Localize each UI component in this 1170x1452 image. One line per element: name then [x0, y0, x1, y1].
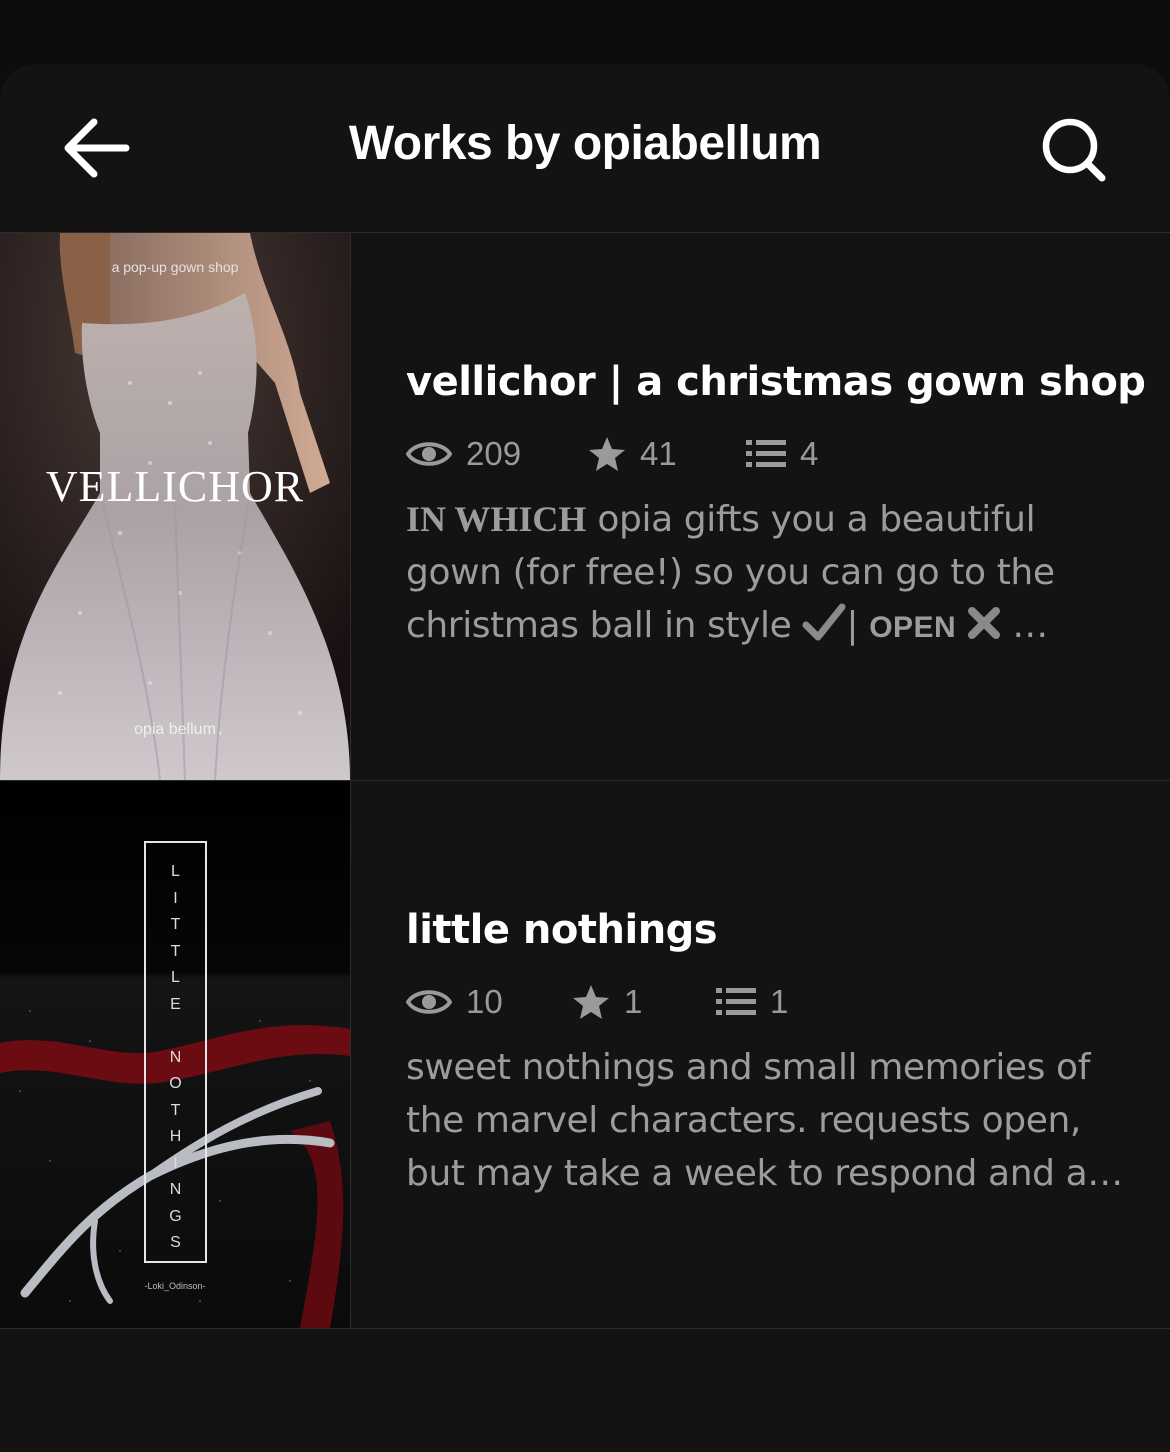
work-stats: 209 41 4 [406, 429, 1126, 479]
parts-stat: 4 [746, 435, 818, 473]
star-icon [589, 437, 625, 471]
description-open: OPEN [869, 611, 957, 644]
votes-count: 1 [624, 983, 643, 1020]
works-sheet: Works by opiabellum a pop-up gown shop V… [0, 64, 1170, 1452]
header-bar: Works by opiabellum [0, 64, 1170, 233]
parts-count: 1 [770, 983, 789, 1020]
book-cover-little-nothings: L I T T L E N O T H I N G S -Loki_Odinso… [0, 781, 351, 1328]
work-info: vellichor | a christmas gown shop 209 41 [406, 359, 1146, 654]
reads-stat: 209 [406, 435, 588, 473]
cover-title-text: VELLICHOR [45, 462, 305, 511]
eye-icon [406, 442, 452, 466]
description-separator: | [846, 605, 870, 646]
description-ellipsis: … [1001, 605, 1048, 646]
check-mark-icon [802, 603, 846, 641]
cover-author-text: -Loki_Odinson- [144, 1281, 206, 1291]
work-list-item[interactable]: a pop-up gown shop VELLICHOR opia bellum… [0, 233, 1170, 781]
parts-count: 4 [800, 435, 819, 472]
work-list-item[interactable]: L I T T L E N O T H I N G S -Loki_Odinso… [0, 781, 1170, 1329]
description-lead: IN WHICH [406, 499, 587, 539]
work-title: little nothings [406, 907, 718, 953]
work-description: IN WHICH opia gifts you a beautiful gown… [406, 493, 1126, 654]
list-icon [716, 988, 756, 1015]
cover-top-text: a pop-up gown shop [111, 259, 239, 275]
cross-mark-icon [968, 607, 1001, 639]
votes-stat: 41 [588, 435, 746, 473]
votes-stat: 1 [572, 983, 716, 1021]
reads-count: 209 [466, 435, 522, 472]
reads-stat: 10 [406, 983, 572, 1021]
cover-vertical-title: L I T T L E N O T H I N G S [169, 863, 182, 1251]
work-stats: 10 1 1 [406, 977, 1126, 1027]
work-title: vellichor | a christmas gown shop [406, 359, 1146, 405]
reads-count: 10 [466, 983, 503, 1020]
star-icon [573, 985, 609, 1019]
list-icon [746, 440, 786, 467]
search-icon [1042, 118, 1106, 182]
work-info: little nothings 10 1 1 sweet nothings an… [406, 907, 1126, 1200]
votes-count: 41 [640, 435, 677, 472]
cover-author-text: opia bellum [134, 721, 216, 738]
work-description: sweet nothings and small memories of the… [406, 1047, 1123, 1194]
page-title: Works by opiabellum [348, 117, 822, 170]
parts-stat: 1 [716, 983, 788, 1021]
book-cover-vellichor: a pop-up gown shop VELLICHOR opia bellum [0, 233, 351, 780]
eye-icon [406, 990, 452, 1014]
search-button[interactable] [1036, 114, 1112, 186]
